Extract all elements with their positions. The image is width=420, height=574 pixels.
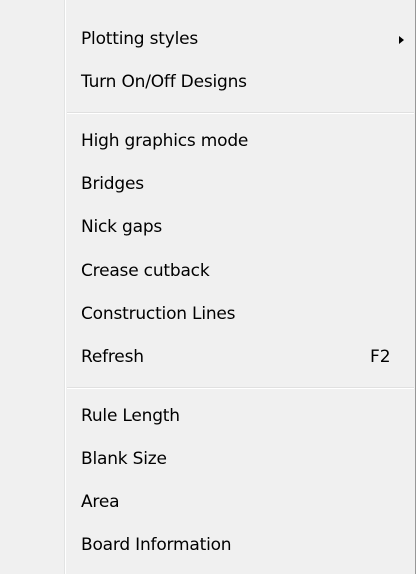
menu-separator <box>67 387 414 389</box>
menu-item-shortcut: F2 <box>370 347 391 367</box>
menu-item-plotting-styles[interactable]: Plotting styles <box>0 23 414 60</box>
menu-item-area[interactable]: Area <box>0 486 414 523</box>
menu-separator <box>67 112 414 114</box>
menu-item-label: Turn On/Off Designs <box>81 72 247 92</box>
context-menu: Plotting styles Turn On/Off Designs High… <box>0 0 416 574</box>
menu-item-label: Rule Length <box>81 406 180 426</box>
menu-item-bridges[interactable]: Bridges <box>0 168 414 205</box>
menu-item-label: Nick gaps <box>81 217 163 237</box>
menu-item-construction-lines[interactable]: Construction Lines <box>0 298 414 335</box>
submenu-arrow-icon <box>399 36 404 44</box>
menu-item-label: Construction Lines <box>81 304 236 324</box>
menu-item-crease-cutback[interactable]: Crease cutback <box>0 255 414 292</box>
menu-item-label: Area <box>81 492 120 512</box>
menu-item-high-graphics-mode[interactable]: High graphics mode <box>0 125 414 162</box>
menu-item-rule-length[interactable]: Rule Length <box>0 400 414 437</box>
menu-item-label: Plotting styles <box>81 29 199 49</box>
menu-item-label: Blank Size <box>81 449 167 469</box>
menu-item-label: Refresh <box>81 347 144 367</box>
menu-item-label: Bridges <box>81 174 144 194</box>
menu-item-refresh[interactable]: Refresh F2 <box>0 341 414 378</box>
menu-item-nick-gaps[interactable]: Nick gaps <box>0 211 414 248</box>
menu-item-label: High graphics mode <box>81 131 249 151</box>
menu-item-label: Board Information <box>81 535 232 555</box>
menu-item-label: Crease cutback <box>81 261 210 281</box>
menu-item-board-information[interactable]: Board Information <box>0 529 414 566</box>
menu-item-turn-on-off-designs[interactable]: Turn On/Off Designs <box>0 66 414 103</box>
menu-item-blank-size[interactable]: Blank Size <box>0 443 414 480</box>
